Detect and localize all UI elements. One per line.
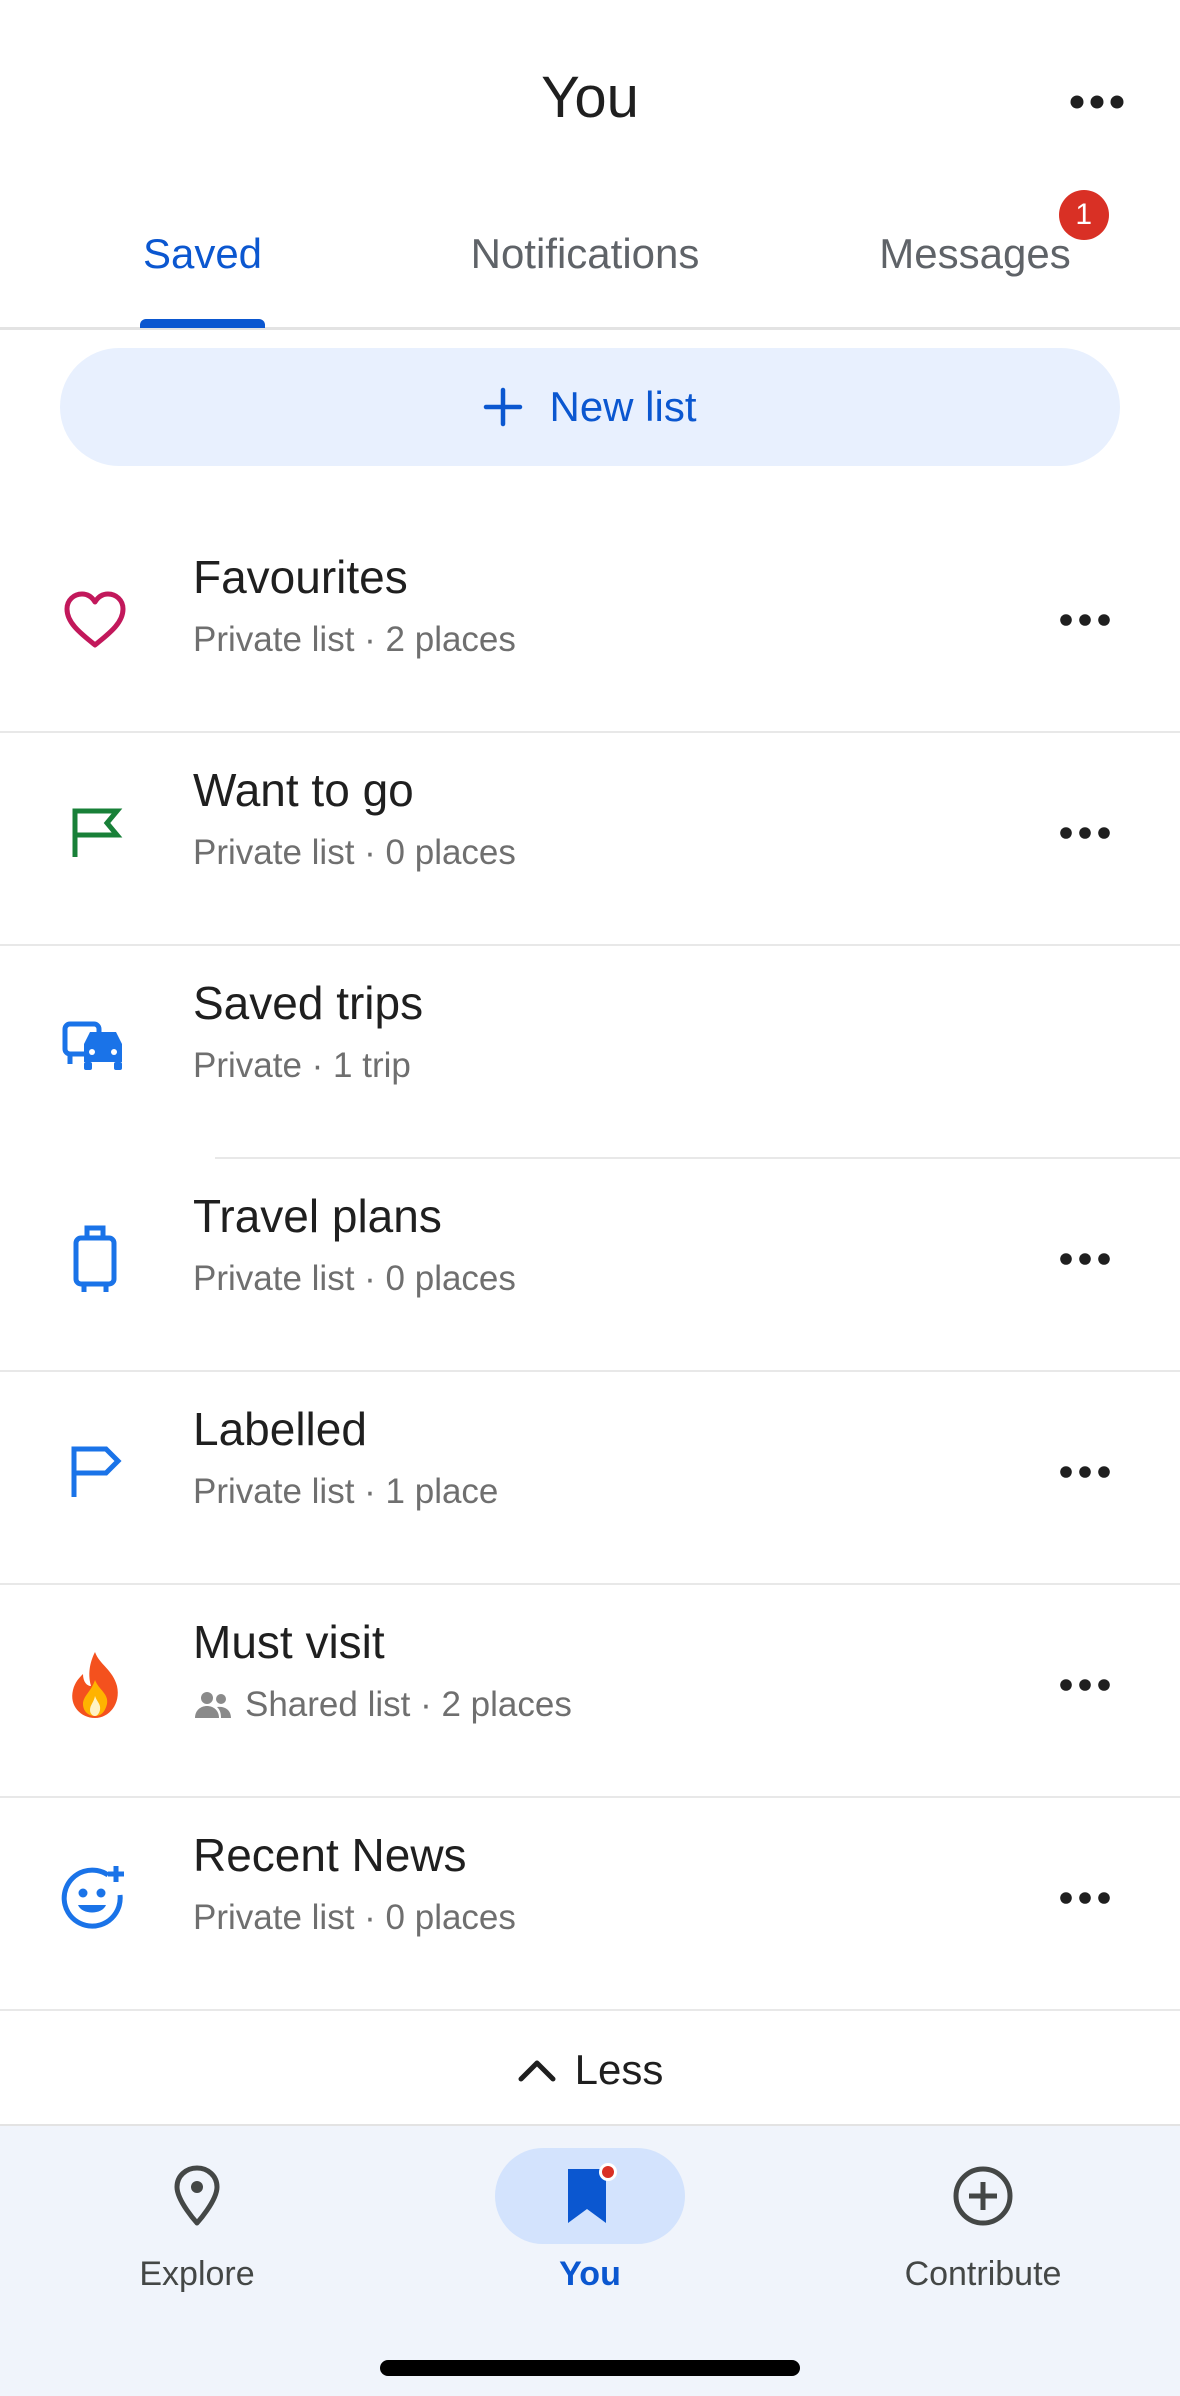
more-horizontal-icon bbox=[1060, 1892, 1110, 1904]
fire-icon bbox=[72, 1652, 118, 1718]
people-icon bbox=[195, 1692, 231, 1718]
list-title: Saved trips bbox=[193, 977, 424, 1029]
list-more-button[interactable] bbox=[1050, 1442, 1120, 1502]
list-title: Favourites bbox=[193, 551, 408, 603]
list-item-labelled[interactable]: Labelled Private list · 1 place bbox=[0, 1372, 1180, 1585]
more-horizontal-icon bbox=[1070, 95, 1124, 109]
list-more-button[interactable] bbox=[1050, 590, 1120, 650]
list-title: Recent News bbox=[193, 1829, 467, 1881]
emoji-add-icon bbox=[61, 1866, 124, 1929]
list-more-button[interactable] bbox=[1050, 1229, 1120, 1289]
page-title: You bbox=[541, 65, 639, 130]
tab-messages[interactable]: Messages 1 bbox=[840, 190, 1110, 278]
more-options-button[interactable] bbox=[1062, 72, 1132, 132]
list-title: Travel plans bbox=[193, 1190, 442, 1242]
heart-icon bbox=[64, 591, 126, 648]
tab-saved[interactable]: Saved bbox=[100, 230, 305, 278]
location-pin-icon bbox=[174, 2165, 220, 2226]
header: You bbox=[0, 0, 1180, 200]
flag-icon bbox=[72, 808, 123, 857]
nav-you[interactable]: You bbox=[440, 2138, 740, 2298]
list-item-recent-news[interactable]: Recent News Private list · 0 places bbox=[0, 1798, 1180, 2011]
list-more-button[interactable] bbox=[1050, 1655, 1120, 1715]
list-item-favourites[interactable]: Favourites Private list · 2 places bbox=[0, 520, 1180, 733]
more-horizontal-icon bbox=[1060, 1466, 1110, 1478]
list-more-button[interactable] bbox=[1050, 1868, 1120, 1928]
active-tab-indicator bbox=[140, 319, 265, 328]
list-more-button[interactable] bbox=[1050, 803, 1120, 863]
new-list-button[interactable]: New list bbox=[60, 348, 1120, 466]
list-item-travel-plans[interactable]: Travel plans Private list · 0 places bbox=[0, 1159, 1180, 1372]
more-horizontal-icon bbox=[1060, 1253, 1110, 1265]
nav-explore[interactable]: Explore bbox=[47, 2138, 347, 2298]
list-subtitle: Private list · 2 places bbox=[193, 620, 516, 659]
list-item-saved-trips[interactable]: Saved trips Private · 1 trip bbox=[0, 946, 1180, 1159]
label-flag-icon bbox=[71, 1446, 122, 1497]
list-subtitle: Shared list · 2 places bbox=[193, 1685, 572, 1725]
luggage-icon bbox=[73, 1225, 117, 1292]
list-item-want-to-go[interactable]: Want to go Private list · 0 places bbox=[0, 733, 1180, 946]
home-indicator bbox=[380, 2360, 800, 2376]
tab-notifications[interactable]: Notifications bbox=[425, 230, 745, 278]
more-horizontal-icon bbox=[1060, 1679, 1110, 1691]
trip-icon bbox=[62, 1021, 122, 1070]
nav-contribute[interactable]: Contribute bbox=[833, 2138, 1133, 2298]
bookmark-icon bbox=[568, 2163, 617, 2223]
tab-bar: Saved Notifications Messages 1 bbox=[0, 190, 1180, 330]
list-title: Must visit bbox=[193, 1616, 385, 1668]
list-title: Labelled bbox=[193, 1403, 367, 1455]
saved-lists: Favourites Private list · 2 places Want … bbox=[0, 520, 1180, 2011]
list-title: Want to go bbox=[193, 764, 414, 816]
list-item-must-visit[interactable]: Must visit Shared list · 2 places bbox=[0, 1585, 1180, 1798]
more-horizontal-icon bbox=[1060, 614, 1110, 626]
bottom-navigation: Explore You Contribute bbox=[0, 2124, 1180, 2396]
plus-icon bbox=[484, 387, 523, 427]
more-horizontal-icon bbox=[1060, 827, 1110, 839]
list-subtitle: Private · 1 trip bbox=[193, 1046, 411, 1085]
list-subtitle: Private list · 1 place bbox=[193, 1472, 499, 1511]
add-circle-icon bbox=[953, 2166, 1013, 2226]
messages-badge: 1 bbox=[1058, 190, 1109, 240]
list-subtitle: Private list · 0 places bbox=[193, 1898, 516, 1937]
chevron-up-icon bbox=[518, 2060, 556, 2082]
show-less-button[interactable]: Less bbox=[0, 2030, 1180, 2110]
list-subtitle: Private list · 0 places bbox=[193, 833, 516, 872]
list-subtitle: Private list · 0 places bbox=[193, 1259, 516, 1298]
